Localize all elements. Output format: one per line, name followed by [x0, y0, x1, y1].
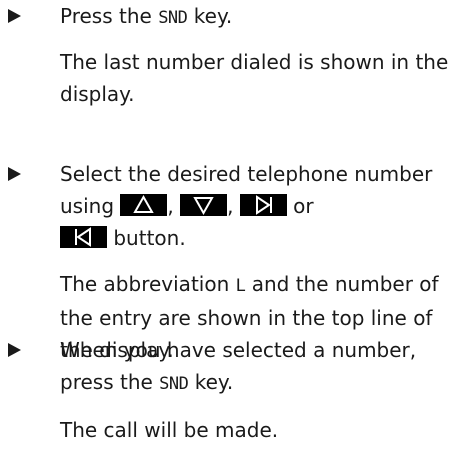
step-1-instruction: Press the SND key.	[60, 4, 233, 28]
bullet-arrow-icon	[8, 9, 21, 23]
snd-key-label: SND	[159, 374, 189, 394]
skip-forward-button[interactable]	[239, 194, 287, 216]
bullet-arrow-icon	[8, 343, 21, 357]
step-3-result: The call will be made.	[60, 418, 279, 442]
up-arrow-icon	[133, 194, 155, 213]
up-arrow-button[interactable]	[120, 194, 168, 216]
snd-key-label: SND	[158, 8, 188, 28]
instruction-page: Press the SND key. The last number diale…	[0, 0, 474, 450]
bullet-arrow-icon	[8, 167, 21, 181]
skip-back-icon	[75, 227, 91, 247]
abbreviation-label: L	[235, 276, 246, 296]
down-arrow-icon	[193, 197, 214, 216]
step-1-result: The last number dialed is shown in the d…	[60, 50, 449, 106]
step-2-instruction: Select the desired telephone number usin…	[60, 162, 433, 250]
skip-forward-icon	[255, 195, 272, 215]
step-3-instruction: When you have selected a number, press t…	[60, 338, 417, 394]
down-arrow-button[interactable]	[180, 194, 228, 216]
skip-back-button[interactable]	[60, 226, 107, 248]
